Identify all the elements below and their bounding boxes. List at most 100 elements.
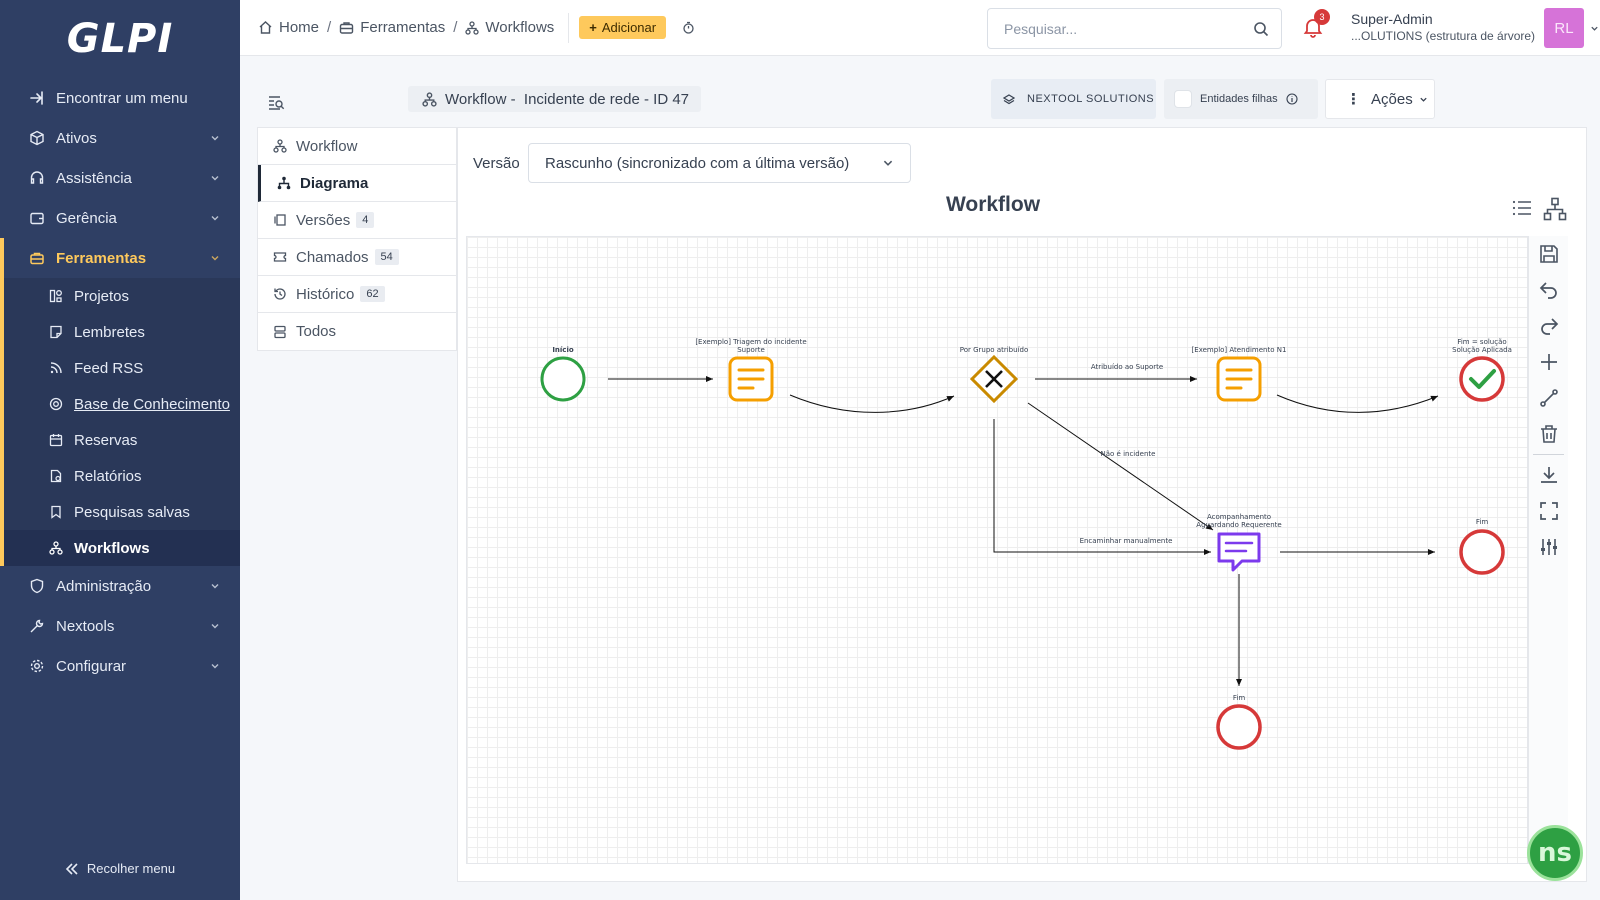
sidebar-item-lembretes[interactable]: Lembretes bbox=[4, 314, 240, 350]
sidebar-item-label: Assistência bbox=[56, 169, 132, 187]
diagram-canvas[interactable]: Atribuído ao Suporte Não é incidente Enc… bbox=[466, 236, 1528, 864]
search-icon[interactable] bbox=[1253, 21, 1269, 37]
chevron-down-icon bbox=[211, 624, 219, 629]
glpi-logo[interactable]: GLPI bbox=[0, 0, 240, 78]
logo-text: GLPI bbox=[66, 16, 174, 62]
bookmark-icon bbox=[48, 504, 64, 520]
sidebar-item-ativos[interactable]: Ativos bbox=[0, 118, 240, 158]
settings-sliders-icon[interactable] bbox=[1529, 529, 1569, 565]
plus-icon: + bbox=[589, 20, 597, 35]
tab-historico[interactable]: Histórico 62 bbox=[258, 276, 456, 313]
exclusive-gateway[interactable] bbox=[969, 354, 1019, 404]
notifications-button[interactable]: 3 bbox=[1302, 9, 1330, 38]
breadcrumb-ferramentas[interactable]: Ferramentas bbox=[339, 19, 445, 36]
edge-label-to-support: Atribuído ao Suporte bbox=[1091, 363, 1163, 371]
breadcrumb-workflows[interactable]: Workflows bbox=[465, 19, 554, 36]
child-entities-checkbox[interactable] bbox=[1174, 90, 1192, 108]
sidebar-item-ferramentas[interactable]: Ferramentas bbox=[0, 238, 240, 278]
tab-workflow[interactable]: Workflow bbox=[258, 128, 456, 165]
node-label-end-ok-sub: Solução Aplicada bbox=[1452, 346, 1512, 354]
edge-gateway-manual[interactable] bbox=[993, 419, 1211, 555]
end-event-bottom[interactable] bbox=[1216, 704, 1262, 750]
chevron-down-icon bbox=[211, 584, 219, 589]
briefcase-icon bbox=[339, 20, 354, 35]
node-label-followup: Acompanhamento bbox=[1207, 513, 1271, 521]
collapse-menu-button[interactable]: Recolher menu bbox=[0, 861, 240, 876]
notification-count-badge: 3 bbox=[1314, 9, 1330, 25]
tabs-panel: Workflow Diagrama Versões 4 Chamados 54 … bbox=[257, 127, 457, 351]
add-button[interactable]: + Adicionar bbox=[579, 16, 667, 39]
entity-button[interactable]: NEXTOOL SOLUTIONS bbox=[991, 79, 1156, 119]
diagram-view-icon[interactable] bbox=[1543, 197, 1567, 221]
breadcrumb-home[interactable]: Home bbox=[258, 19, 319, 36]
sidebar-item-configurar[interactable]: Configurar bbox=[0, 646, 240, 686]
download-icon[interactable] bbox=[1529, 457, 1569, 493]
page-title-text: Workflow - Incidente de rede - ID 47 bbox=[445, 90, 689, 108]
sidebar-item-reservas[interactable]: Reservas bbox=[4, 422, 240, 458]
sidebar-item-nextools[interactable]: Nextools bbox=[0, 606, 240, 646]
breadcrumb-separator: / bbox=[453, 19, 458, 36]
chevron-down-icon bbox=[211, 216, 219, 221]
tab-label: Diagrama bbox=[300, 174, 369, 192]
child-entities-toggle: Entidades filhas bbox=[1164, 79, 1318, 119]
tab-versoes[interactable]: Versões 4 bbox=[258, 202, 456, 239]
tab-todos[interactable]: Todos bbox=[258, 313, 456, 350]
user-name: Super-Admin bbox=[1351, 11, 1433, 27]
sidebar-item-feed-rss[interactable]: Feed RSS bbox=[4, 350, 240, 386]
ferramentas-submenu: Projetos Lembretes Feed RSS Base de Conh… bbox=[0, 278, 240, 566]
sidebar-item-label: Configurar bbox=[56, 657, 127, 675]
tab-count-badge: 62 bbox=[360, 286, 385, 302]
connect-icon[interactable] bbox=[1529, 380, 1569, 416]
edge-service-end-ok[interactable] bbox=[1276, 394, 1439, 413]
diagram-card: Versão Rascunho (sincronizado com a últi… bbox=[457, 127, 1587, 882]
add-node-icon[interactable] bbox=[1529, 344, 1569, 380]
nextool-chat-button[interactable]: ns bbox=[1527, 825, 1583, 881]
redo-icon[interactable] bbox=[1529, 308, 1569, 344]
start-event[interactable] bbox=[540, 356, 586, 402]
sidebar-item-assistencia[interactable]: Assistência bbox=[0, 158, 240, 198]
info-icon bbox=[1286, 93, 1298, 105]
save-icon[interactable] bbox=[1529, 236, 1569, 272]
sidebar-item-projetos[interactable]: Projetos bbox=[4, 278, 240, 314]
version-select[interactable]: Rascunho (sincronizado com a última vers… bbox=[528, 143, 911, 183]
node-label-gateway: Por Grupo atribuído bbox=[960, 346, 1028, 354]
sidebar-item-workflows[interactable]: Workflows bbox=[4, 530, 240, 566]
trash-icon[interactable] bbox=[1529, 416, 1569, 452]
search-input[interactable] bbox=[1004, 20, 1253, 37]
sidebar-item-base-conhecimento[interactable]: Base de Conhecimento bbox=[4, 386, 240, 422]
list-view-icon[interactable] bbox=[1511, 197, 1533, 221]
sidebar-item-administracao[interactable]: Administração bbox=[0, 566, 240, 606]
add-button-label: Adicionar bbox=[601, 20, 657, 35]
triage-task[interactable] bbox=[728, 356, 774, 402]
nextool-logo-icon: ns bbox=[1538, 838, 1572, 868]
all-icon bbox=[272, 325, 288, 339]
sidebar-item-pesquisas-salvas[interactable]: Pesquisas salvas bbox=[4, 494, 240, 530]
find-menu-label: Encontrar um menu bbox=[56, 89, 188, 107]
tab-diagrama[interactable]: Diagrama bbox=[258, 165, 456, 202]
tab-label: Histórico bbox=[296, 285, 355, 303]
user-menu[interactable]: Super-Admin ...OLUTIONS (estrutura de ár… bbox=[1351, 11, 1535, 45]
sidebar-subitem-label: Projetos bbox=[74, 287, 130, 305]
avatar[interactable]: RL bbox=[1544, 8, 1584, 48]
rss-icon bbox=[48, 360, 64, 376]
fullscreen-icon[interactable] bbox=[1529, 493, 1569, 529]
edge-triage-gateway[interactable] bbox=[789, 394, 955, 413]
end-event-solution[interactable] bbox=[1459, 356, 1505, 402]
chevron-down-icon[interactable] bbox=[1590, 24, 1599, 33]
toggle-tabs-icon[interactable] bbox=[268, 96, 286, 110]
workflow-diagram: Atribuído ao Suporte Não é incidente Enc… bbox=[540, 338, 1512, 750]
sidebar-item-relatorios[interactable]: Relatórios bbox=[4, 458, 240, 494]
edge-gateway-followup[interactable] bbox=[1027, 402, 1214, 531]
stopwatch-icon[interactable] bbox=[682, 21, 695, 34]
actions-dropdown-button[interactable]: ⋮ Ações bbox=[1325, 79, 1435, 119]
find-menu-button[interactable]: Encontrar um menu bbox=[0, 78, 240, 118]
tools-icon bbox=[28, 617, 46, 635]
tab-chamados[interactable]: Chamados 54 bbox=[258, 239, 456, 276]
undo-icon[interactable] bbox=[1529, 272, 1569, 308]
sidebar-subitem-label: Feed RSS bbox=[74, 359, 144, 377]
end-event-right[interactable] bbox=[1459, 529, 1505, 575]
sidebar-item-gerencia[interactable]: Gerência bbox=[0, 198, 240, 238]
followup-task[interactable] bbox=[1217, 532, 1261, 572]
sidebar-item-label: Gerência bbox=[56, 209, 117, 227]
service-task[interactable] bbox=[1216, 356, 1262, 402]
